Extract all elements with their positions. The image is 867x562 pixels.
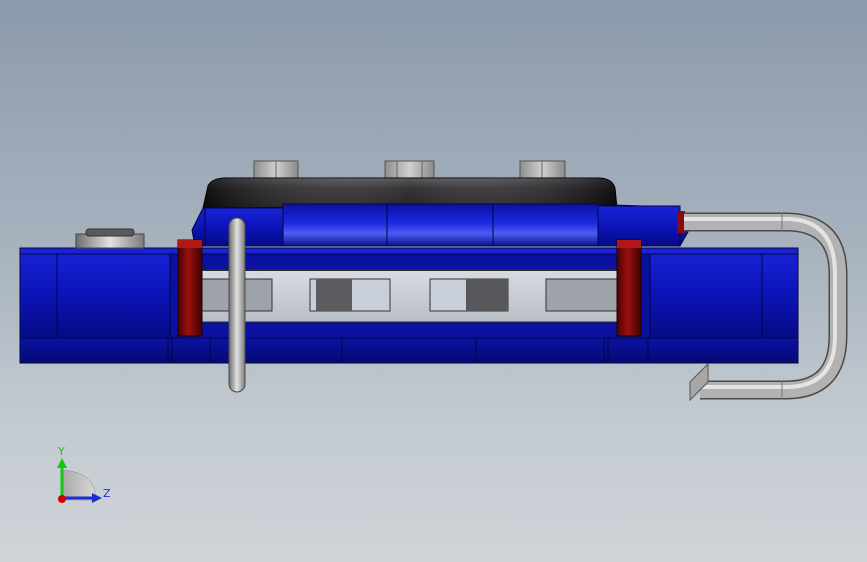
- hex-nut-left[interactable]: [253, 160, 299, 180]
- cad-model-view[interactable]: Y Z: [0, 0, 867, 562]
- round-boss[interactable]: [75, 228, 145, 249]
- lower-flange-right: [607, 337, 649, 364]
- upper-mounting-plate[interactable]: [191, 203, 689, 247]
- red-collar: [677, 211, 685, 233]
- z-axis-arrowhead: [92, 493, 102, 503]
- z-axis-label: Z: [103, 487, 111, 500]
- hex-nut-center[interactable]: [384, 160, 435, 180]
- locating-pin-right[interactable]: [616, 239, 642, 337]
- locating-pin-left[interactable]: [177, 239, 203, 337]
- vertical-handle-rod[interactable]: [228, 217, 246, 393]
- hex-nut-right[interactable]: [519, 160, 566, 180]
- y-axis-arrowhead: [57, 458, 67, 468]
- triad-cone: [61, 469, 97, 501]
- lower-flange-left: [171, 337, 211, 364]
- x-axis-dot: [58, 495, 66, 503]
- y-axis-label: Y: [57, 445, 65, 458]
- coordinate-triad: Y Z: [57, 445, 111, 503]
- cad-graphics-viewport[interactable]: Y Z: [0, 0, 867, 562]
